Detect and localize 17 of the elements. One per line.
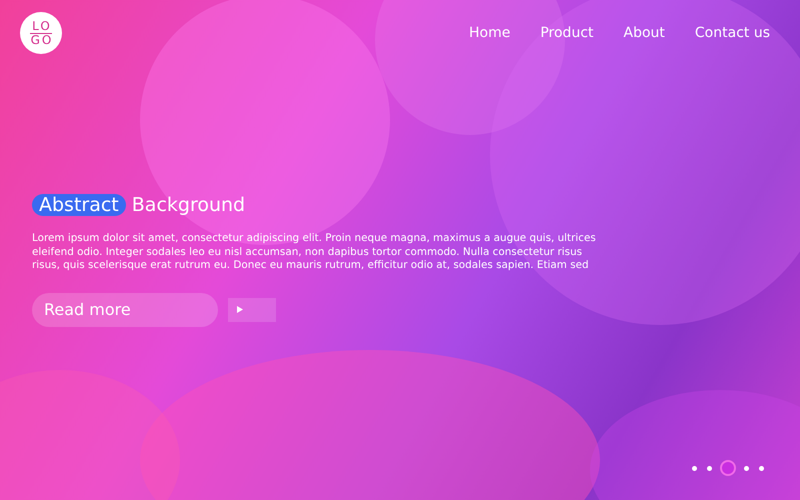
nav-link[interactable]: About — [624, 25, 665, 41]
pager-dot[interactable] — [722, 462, 734, 474]
nav-link[interactable]: Contact us — [694, 25, 770, 41]
pager-dot[interactable] — [707, 466, 712, 470]
pager-dot[interactable] — [692, 466, 697, 470]
title-highlight: Abstract — [32, 194, 126, 216]
play-icon — [237, 306, 243, 313]
pager-dot[interactable] — [744, 466, 749, 470]
read-more-button[interactable]: Read more — [32, 292, 218, 326]
nav-link[interactable]: Product — [540, 25, 594, 41]
pager-dot[interactable] — [759, 466, 764, 470]
logo-text: LO — [30, 20, 52, 34]
logo[interactable]: LO GO — [20, 12, 62, 54]
hero-paragraph: Lorem ipsum dolor sit amet, consectetur adipiscing elit. Proin neque magna, maximus a augue quis, ultrices eleifend odio. Integer sodales leo eu nisl accumsan, non dapibus tortor commodo. Nulla consectetur risus risus, quis scelerisque erat rutrum eu. Donec eu mauris rutrum, efficitur odio at, sodales sapien. Etiam sed — [32, 232, 597, 272]
nav-link[interactable]: Home — [469, 25, 510, 41]
hero-title: Background — [132, 194, 246, 216]
logo-text: GO — [30, 34, 54, 46]
